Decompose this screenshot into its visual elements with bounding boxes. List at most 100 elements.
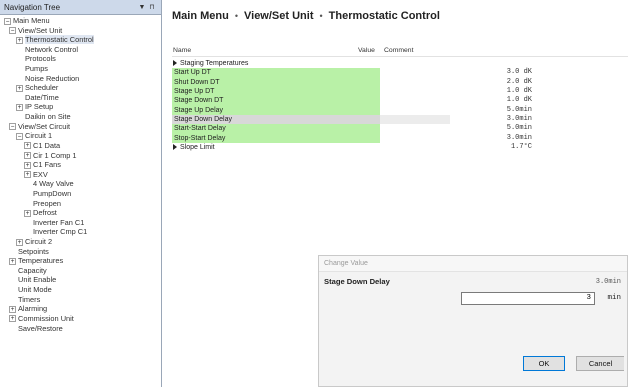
expand-icon[interactable]: + [16,36,23,44]
breadcrumb-separator: • [319,11,323,21]
tree-item-label: Capacity [18,265,47,275]
row-name-text: Stage Down DT [174,97,224,105]
navigation-tree-panel: Navigation Tree ▼ ⊓ − Main Menu − View/Set … [0,0,162,387]
tree-item-unit-mode[interactable]: Unit Mode [0,285,161,295]
row-value: 3.0 dK [506,68,532,77]
tree-item-exv[interactable]: + EXV [0,170,161,180]
tree-item-label: Noise Reduction [25,73,80,83]
breadcrumb-view-set-unit[interactable]: View/Set Unit [244,10,313,22]
tree-item-capacity[interactable]: Capacity [0,266,161,276]
grid-row[interactable]: Stage Down DT 1.0 dK [172,96,628,106]
expand-icon[interactable]: + [16,104,23,112]
tree-item-label: Unit Enable [18,275,57,285]
tree-item-protocols[interactable]: Protocols [0,54,161,64]
expand-icon[interactable]: + [9,305,16,313]
row-value: 3.0min [506,115,532,124]
row-name-text: Start-Start Delay [174,125,226,133]
tree-item-setpoints[interactable]: Setpoints [0,247,161,257]
tree-item-label: Temperatures [18,256,64,266]
row-name: Stop-Start Delay [172,134,225,143]
tree-item-circuit-2[interactable]: + Circuit 2 [0,237,161,247]
expand-icon[interactable]: + [24,161,31,169]
row-value: 5.0min [506,105,532,114]
row-name-text: Stage Down Delay [174,116,232,124]
collapse-icon[interactable]: − [4,17,11,25]
tree-item-label: Daikin on Site [25,112,71,122]
dialog-unit-label: min [607,294,621,302]
row-name-text: Stage Up DT [174,88,215,96]
grid-row[interactable]: Start Up DT 3.0 dK [172,68,628,78]
tree-item-circuit-1[interactable]: − Circuit 1 [0,131,161,141]
dropdown-icon[interactable]: ▼ [137,4,147,11]
tree-item-save-restore[interactable]: Save/Restore [0,324,161,334]
dialog-parameter-label: Stage Down Delay [324,277,390,286]
tree-item-noise-reduction[interactable]: Noise Reduction [0,74,161,84]
collapse-icon[interactable]: − [16,132,23,140]
expand-icon[interactable]: + [16,84,23,92]
expand-icon[interactable]: + [9,315,16,323]
grid-row[interactable]: Stage Up Delay 5.0min [172,105,628,115]
tree-item-c1-data[interactable]: + C1 Data [0,141,161,151]
tree-item-pumps[interactable]: Pumps [0,64,161,74]
grid-row[interactable]: Stop-Start Delay 3.0min [172,133,628,143]
tree-item-scheduler[interactable]: + Scheduler [0,83,161,93]
value-input[interactable]: 3 [461,292,595,305]
expand-arrow-icon[interactable] [173,60,177,67]
expand-icon[interactable]: + [24,152,31,160]
tree-item-label: Defrost [33,208,57,218]
grid-row[interactable]: Slope Limit 1.7°C [172,143,628,152]
tree-item-date-time[interactable]: Date/Time [0,93,161,103]
tree-item-defrost[interactable]: + Defrost [0,208,161,218]
row-name: Slope Limit [172,143,215,152]
breadcrumb-thermostatic-control[interactable]: Thermostatic Control [329,10,440,22]
ok-button[interactable]: OK [523,356,565,371]
column-header-comment[interactable]: Comment [384,47,413,54]
breadcrumb: Main Menu • View/Set Unit • Thermostatic… [162,0,628,32]
tree-item-commission-unit[interactable]: + Commission Unit [0,314,161,324]
column-header-value[interactable]: Value [358,47,375,54]
row-name-text: Slope Limit [180,144,215,152]
tree-item-label: Network Control [25,44,78,54]
grid-row[interactable]: Stage Down Delay 3.0min [172,115,628,125]
tree-item-cir-1-comp-1[interactable]: + Cir 1 Comp 1 [0,151,161,161]
tree-item-label: Circuit 1 [25,131,53,141]
tree-item-timers[interactable]: Timers [0,295,161,305]
row-value: 2.0 dK [506,77,532,86]
grid-row[interactable]: Stage Up DT 1.0 dK [172,87,628,97]
tree-item-ip-setup[interactable]: + IP Setup [0,102,161,112]
expand-icon[interactable]: + [16,238,23,246]
grid-row[interactable]: Staging Temperatures [172,59,628,68]
column-header-name[interactable]: Name [173,47,191,54]
tree-item-thermostatic-control[interactable]: + Thermostatic Control [0,35,161,45]
tree-item-view-set-unit[interactable]: − View/Set Unit [0,26,161,36]
tree-item-view-set-circuit[interactable]: − View/Set Circuit [0,122,161,132]
tree-item-network-control[interactable]: Network Control [0,45,161,55]
grid-row[interactable]: Start-Start Delay 5.0min [172,124,628,134]
expand-arrow-icon[interactable] [173,144,177,151]
expand-icon[interactable]: + [24,171,31,179]
tree-item-alarming[interactable]: + Alarming [0,304,161,314]
tree-item-unit-enable[interactable]: Unit Enable [0,275,161,285]
tree-item-main-menu[interactable]: − Main Menu [0,16,161,26]
tree-item-preopen[interactable]: Preopen [0,199,161,209]
tree-item-pumpdown[interactable]: PumpDown [0,189,161,199]
collapse-icon[interactable]: − [9,123,16,131]
row-name: Stage Up Delay [172,106,223,115]
tree-item-c1-fans[interactable]: + C1 Fans [0,160,161,170]
expand-icon[interactable]: + [24,142,31,150]
tree-item-4-way-valve[interactable]: 4 Way Valve [0,179,161,189]
tree-item-daikin-on-site[interactable]: Daikin on Site [0,112,161,122]
breadcrumb-main-menu[interactable]: Main Menu [172,10,229,22]
collapse-icon[interactable]: − [9,27,16,35]
grid-row[interactable]: Shut Down DT 2.0 dK [172,77,628,87]
row-name-text: Stage Up Delay [174,106,224,114]
tree-item-label: View/Set Circuit [18,121,71,131]
tree-item-temperatures[interactable]: + Temperatures [0,256,161,266]
pin-icon[interactable]: ⊓ [147,3,157,11]
cancel-button[interactable]: Cancel [576,356,624,371]
expand-icon[interactable]: + [9,257,16,265]
expand-icon[interactable]: + [24,209,31,217]
tree-item-label: C1 Data [33,140,61,150]
tree-item-inverter-fan-c1[interactable]: Inverter Fan C1 [0,218,161,228]
tree-item-inverter-cmp-c1[interactable]: Inverter Cmp C1 [0,227,161,237]
